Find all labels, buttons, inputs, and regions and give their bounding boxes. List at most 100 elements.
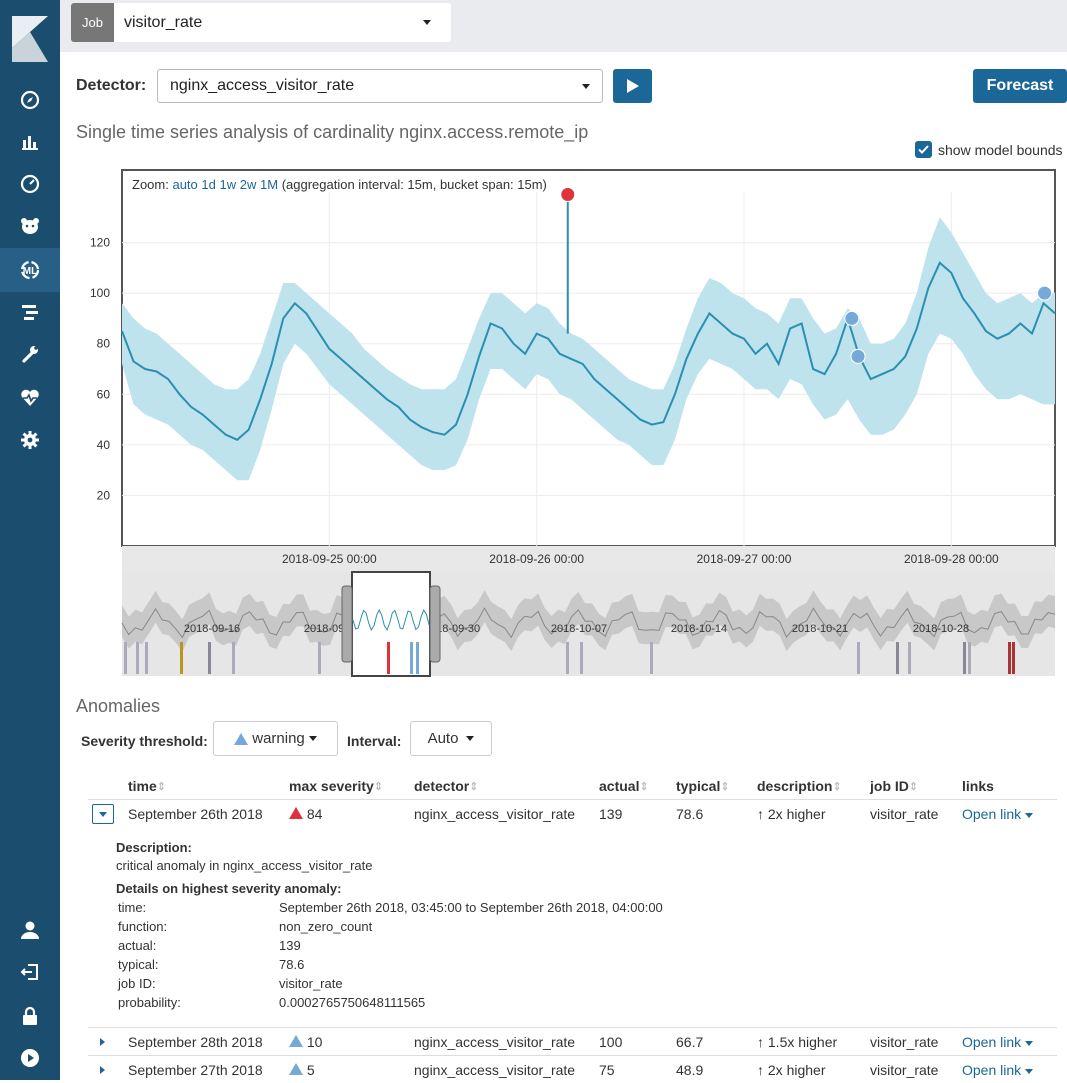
swimlane-mark — [145, 642, 148, 674]
x-tick-label: 2018-09-25 00:00 — [282, 552, 377, 566]
apm-icon[interactable] — [18, 300, 42, 324]
row-actual: 139 — [599, 806, 623, 822]
open-link-button[interactable]: Open link — [962, 1062, 1034, 1078]
brush-right-handle[interactable] — [429, 585, 441, 663]
detail-value: 139 — [279, 938, 301, 953]
sidebar: ML — [0, 0, 60, 1080]
x-tick-label: 2018-09-26 00:00 — [489, 552, 584, 566]
expand-row-icon[interactable] — [100, 1066, 105, 1074]
brush-left-handle[interactable] — [341, 585, 353, 663]
detail-value: non_zero_count — [279, 919, 373, 934]
overview-tick-label: 2018-10-28 — [913, 623, 969, 635]
detail-key: time: — [118, 900, 147, 915]
overview-tick-label: 2018-09-16 — [184, 623, 240, 635]
zoom-2w-link[interactable]: 2w — [240, 177, 257, 192]
visualize-icon[interactable] — [18, 130, 42, 154]
timelion-icon[interactable] — [18, 214, 42, 238]
table-row[interactable]: September 26th 2018 84 nginx_access_visi… — [88, 799, 1057, 827]
open-link-button[interactable]: Open link — [962, 806, 1034, 822]
zoom-1m-link[interactable]: 1M — [260, 177, 278, 192]
interval-select[interactable]: Auto — [410, 721, 492, 756]
forecast-button[interactable]: Forecast — [973, 69, 1067, 103]
monitoring-icon[interactable] — [18, 386, 42, 410]
row-actual: 100 — [599, 1034, 623, 1050]
x-tick-label: 2018-09-28 00:00 — [904, 552, 999, 566]
chevron-down-icon — [99, 811, 107, 817]
swimlane-mark — [1012, 642, 1015, 674]
swimlane-mark — [857, 642, 860, 674]
col-time[interactable]: time ⇕ — [128, 778, 166, 794]
severity-threshold-select[interactable]: warning — [213, 721, 338, 756]
collapse-row-button[interactable] — [92, 804, 114, 824]
expand-row-icon[interactable] — [100, 1038, 105, 1046]
swimlane-mark — [963, 642, 966, 674]
chevron-down-icon — [1025, 1040, 1034, 1046]
dashboard-icon[interactable] — [18, 172, 42, 196]
overview-tick-label: 2018-10-07 — [551, 623, 607, 635]
chevron-down-icon — [1025, 1068, 1034, 1074]
anomaly-marker — [560, 187, 576, 203]
collapse-sidebar-icon[interactable] — [18, 1046, 42, 1070]
col-description[interactable]: description ⇕ — [757, 778, 842, 794]
row-time: September 26th 2018 — [128, 806, 263, 822]
zoom-auto-link[interactable]: auto — [172, 177, 197, 192]
col-job-id[interactable]: job ID ⇕ — [870, 778, 918, 794]
dev-tools-icon[interactable] — [18, 342, 42, 366]
zoom-note: (aggregation interval: 15m, bucket span:… — [282, 177, 547, 192]
arrow-up-icon: ↑ — [757, 1062, 764, 1078]
detail-value: 0.0002765750648111565 — [279, 995, 426, 1010]
overview-tick-label: 2018-10-14 — [671, 623, 727, 635]
detail-value: visitor_rate — [279, 976, 343, 991]
col-detector[interactable]: detector ⇕ — [414, 778, 478, 794]
table-row[interactable]: September 28th 2018 10 nginx_access_visi… — [88, 1027, 1057, 1055]
col-actual[interactable]: actual ⇕ — [599, 778, 649, 794]
swimlane-mark — [208, 642, 211, 674]
row-description: ↑ 1.5x higher — [757, 1034, 838, 1050]
y-tick-label: 120 — [90, 236, 110, 250]
discover-icon[interactable] — [18, 88, 42, 112]
zoom-1w-link[interactable]: 1w — [220, 177, 237, 192]
row-description: ↑ 2x higher — [757, 1062, 826, 1078]
apply-play-button[interactable] — [613, 69, 652, 103]
play-icon — [626, 79, 639, 93]
y-axis-ticks: 20 40 60 80 100 120 — [90, 236, 110, 503]
user-icon[interactable] — [18, 918, 42, 942]
detail-value: September 26th 2018, 03:45:00 to Septemb… — [279, 900, 663, 915]
table-row[interactable]: September 27th 2018 5 nginx_access_visit… — [88, 1055, 1057, 1083]
col-typical[interactable]: typical ⇕ — [676, 778, 730, 794]
kibana-logo-icon[interactable] — [12, 16, 48, 62]
row-time: September 27th 2018 — [128, 1062, 263, 1078]
col-max-severity[interactable]: max severity ⇕ — [289, 778, 383, 794]
y-tick-label: 80 — [97, 337, 111, 351]
show-model-bounds-checkbox[interactable]: show model bounds — [915, 141, 1063, 158]
warning-triangle-icon — [234, 732, 249, 745]
detail-key: function: — [118, 919, 168, 934]
lock-icon[interactable] — [18, 1004, 42, 1028]
management-gear-icon[interactable] — [18, 428, 42, 452]
time-series-chart[interactable]: Zoom: auto 1d 1w 2w 1M (aggregation inte… — [60, 168, 1067, 678]
swimlane-mark — [124, 642, 127, 674]
zoom-1d-link[interactable]: 1d — [201, 177, 215, 192]
detail-key: probability: — [118, 995, 181, 1010]
top-bar: Job visitor_rate — [60, 0, 1067, 52]
job-selector[interactable]: Job visitor_rate — [71, 3, 451, 42]
open-link-button[interactable]: Open link — [962, 1034, 1034, 1050]
main-content: Detector: nginx_access_visitor_rate Fore… — [60, 52, 1067, 1080]
detector-select[interactable]: nginx_access_visitor_rate — [157, 69, 603, 103]
row-detector: nginx_access_visitor_rate — [414, 1062, 576, 1078]
swimlane-mark — [580, 642, 583, 674]
swimlane-mark — [650, 642, 653, 674]
detector-label: Detector: — [76, 77, 147, 94]
row-description: ↑ 2x higher — [757, 806, 826, 822]
critical-triangle-icon — [289, 807, 303, 819]
description-text: critical anomaly in nginx_access_visitor… — [116, 858, 373, 873]
row-job-id: visitor_rate — [870, 806, 939, 822]
interval-label: Interval: — [347, 733, 402, 749]
row-detector: nginx_access_visitor_rate — [414, 806, 576, 822]
row-severity: 10 — [289, 1034, 322, 1050]
arrow-up-icon: ↑ — [757, 1034, 764, 1050]
swimlane-mark — [232, 642, 235, 674]
logout-icon[interactable] — [18, 960, 42, 984]
chevron-down-icon — [582, 84, 590, 89]
machine-learning-icon[interactable]: ML — [18, 258, 42, 282]
